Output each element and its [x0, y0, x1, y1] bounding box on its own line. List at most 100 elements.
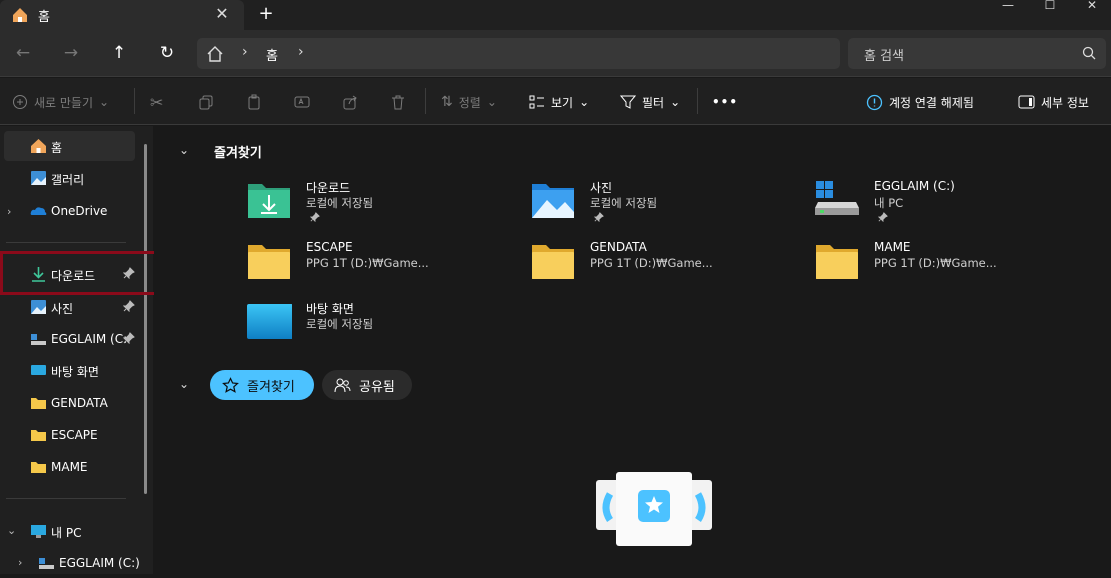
desktop-icon [31, 365, 46, 375]
more-options-button[interactable]: ••• [712, 90, 738, 114]
details-pane-icon [1018, 95, 1035, 109]
search-placeholder: 홈 검색 [864, 49, 905, 64]
quick-access-item[interactable]: 사진 로컬에 저장됨 [530, 178, 780, 228]
new-label: 새로 만들기 [34, 95, 94, 110]
sort-label: 정렬 [458, 95, 481, 110]
pc-icon [31, 525, 46, 538]
item-name: MAME [874, 240, 911, 254]
details-label: 세부 정보 [1041, 95, 1089, 110]
view-label: 보기 [551, 95, 574, 110]
sidebar-item-label: GENDATA [51, 396, 108, 410]
highlight-box [0, 251, 160, 295]
sort-button[interactable]: ⇅ 정렬 ⌄ [441, 90, 497, 114]
sidebar-item-home[interactable]: 홈 [4, 131, 135, 161]
pin-icon[interactable] [123, 332, 135, 344]
pin-icon [594, 212, 604, 222]
cut-button[interactable]: ✂ [150, 90, 163, 114]
quick-access-item[interactable]: ESCAPE PPG 1T (D:)₩Game... [246, 239, 496, 289]
paste-button[interactable] [246, 90, 262, 114]
downloads-folder-icon [248, 184, 290, 218]
up-button[interactable]: ↑ [103, 38, 135, 68]
rename-button[interactable] [294, 90, 310, 114]
sidebar-item-c-drive[interactable]: EGGLAIM (C: [4, 324, 135, 354]
item-name: 다운로드 [306, 181, 351, 195]
account-disconnected-button[interactable]: 계정 연결 해제됨 [866, 90, 974, 114]
new-button[interactable]: 새로 만들기 ⌄ [12, 90, 109, 114]
sidebar-item-label: OneDrive [51, 204, 108, 218]
quick-access-item[interactable]: GENDATA PPG 1T (D:)₩Game... [530, 239, 780, 289]
rename-icon [294, 96, 310, 108]
sidebar-item-label: 갤러리 [51, 173, 85, 187]
item-name: ESCAPE [306, 240, 353, 254]
section-title: 즐겨찾기 [214, 146, 262, 161]
breadcrumb-home[interactable]: 홈 [266, 45, 278, 64]
scissors-icon: ✂ [150, 92, 164, 112]
quick-access-item[interactable]: 바탕 화면 로컬에 저장됨 [246, 299, 496, 349]
tab-home[interactable]: 홈 ✕ [0, 0, 244, 30]
item-location: 로컬에 저장됨 [306, 196, 374, 210]
sidebar-item-pictures[interactable]: 사진 [4, 292, 135, 322]
chevron-right-icon[interactable]: › [298, 44, 304, 60]
chevron-down-icon[interactable]: ⌄ [179, 143, 189, 157]
item-name: EGGLAIM (C:) [874, 179, 955, 193]
back-button[interactable]: ← [7, 38, 39, 68]
paste-icon [248, 94, 260, 110]
quick-access-item[interactable]: 다운로드 로컬에 저장됨 [246, 178, 496, 228]
copy-button[interactable] [198, 90, 214, 114]
view-button[interactable]: 보기 ⌄ [529, 90, 589, 114]
sidebar-item-onedrive[interactable]: OneDrive [4, 196, 135, 226]
sidebar-item-this-pc[interactable]: 내 PC [4, 516, 135, 546]
new-tab-button[interactable]: + [254, 3, 278, 25]
favorites-chip-label: 즐겨찾기 [247, 379, 295, 395]
divider [6, 242, 126, 243]
details-button[interactable]: 세부 정보 [1018, 90, 1089, 114]
navigation-bar: ← → ↑ ↻ › 홈 › 홈 검색 [0, 30, 1111, 77]
sidebar-item-mame[interactable]: MAME [4, 452, 135, 482]
item-location: 로컬에 저장됨 [590, 196, 658, 210]
quick-access-item[interactable]: EGGLAIM (C:) 내 PC [814, 178, 1064, 228]
chevron-down-icon[interactable]: ⌄ [179, 377, 189, 391]
share-icon [343, 95, 357, 110]
shared-chip-label: 공유됨 [359, 379, 395, 395]
sidebar-item-escape[interactable]: ESCAPE [4, 420, 135, 450]
sidebar-item-gendata[interactable]: GENDATA [4, 388, 135, 418]
close-tab-button[interactable]: ✕ [210, 3, 234, 25]
sidebar-item-desktop[interactable]: 바탕 화면 [4, 355, 135, 385]
item-location: 로컬에 저장됨 [306, 317, 374, 331]
pictures-icon [31, 300, 46, 314]
delete-button[interactable] [390, 90, 406, 114]
star-icon [222, 376, 239, 393]
share-button[interactable] [342, 90, 358, 114]
chevron-down-icon: ⌄ [579, 95, 590, 109]
refresh-button[interactable]: ↻ [151, 38, 183, 68]
sort-icon: ⇅ [441, 94, 453, 110]
divider [697, 88, 698, 114]
forward-button[interactable]: → [55, 38, 87, 68]
item-location: PPG 1T (D:)₩Game... [306, 256, 429, 270]
sidebar-item-label: EGGLAIM (C:) [59, 556, 140, 570]
chevron-right-icon[interactable]: › [242, 44, 248, 60]
sidebar-item-label: 바탕 화면 [51, 365, 99, 379]
people-icon [334, 378, 351, 392]
address-bar[interactable]: › 홈 › [197, 38, 840, 69]
search-input[interactable]: 홈 검색 [848, 38, 1106, 69]
filter-button[interactable]: 필터 ⌄ [620, 90, 680, 114]
sidebar-item-label: 사진 [51, 302, 74, 316]
maximize-button[interactable]: ☐ [1030, 0, 1070, 12]
home-icon [13, 8, 27, 22]
pin-icon[interactable] [123, 300, 135, 312]
minimize-button[interactable]: — [988, 0, 1028, 12]
favorites-filter-chip[interactable]: 즐겨찾기 [210, 370, 314, 400]
folder-icon [248, 245, 290, 279]
title-bar: 홈 ✕ + — ☐ ✕ [0, 0, 1111, 30]
chevron-down-icon: ⌄ [486, 95, 497, 109]
item-name: GENDATA [590, 240, 647, 254]
quick-access-item[interactable]: MAME PPG 1T (D:)₩Game... [814, 239, 1064, 289]
folder-icon [816, 245, 858, 279]
close-window-button[interactable]: ✕ [1072, 0, 1111, 12]
shared-filter-chip[interactable]: 공유됨 [322, 370, 412, 400]
sidebar-item-gallery[interactable]: 갤러리 [4, 163, 135, 193]
gallery-icon [31, 171, 46, 185]
scrollbar[interactable] [144, 144, 147, 494]
sidebar-item-label: ESCAPE [51, 428, 98, 442]
